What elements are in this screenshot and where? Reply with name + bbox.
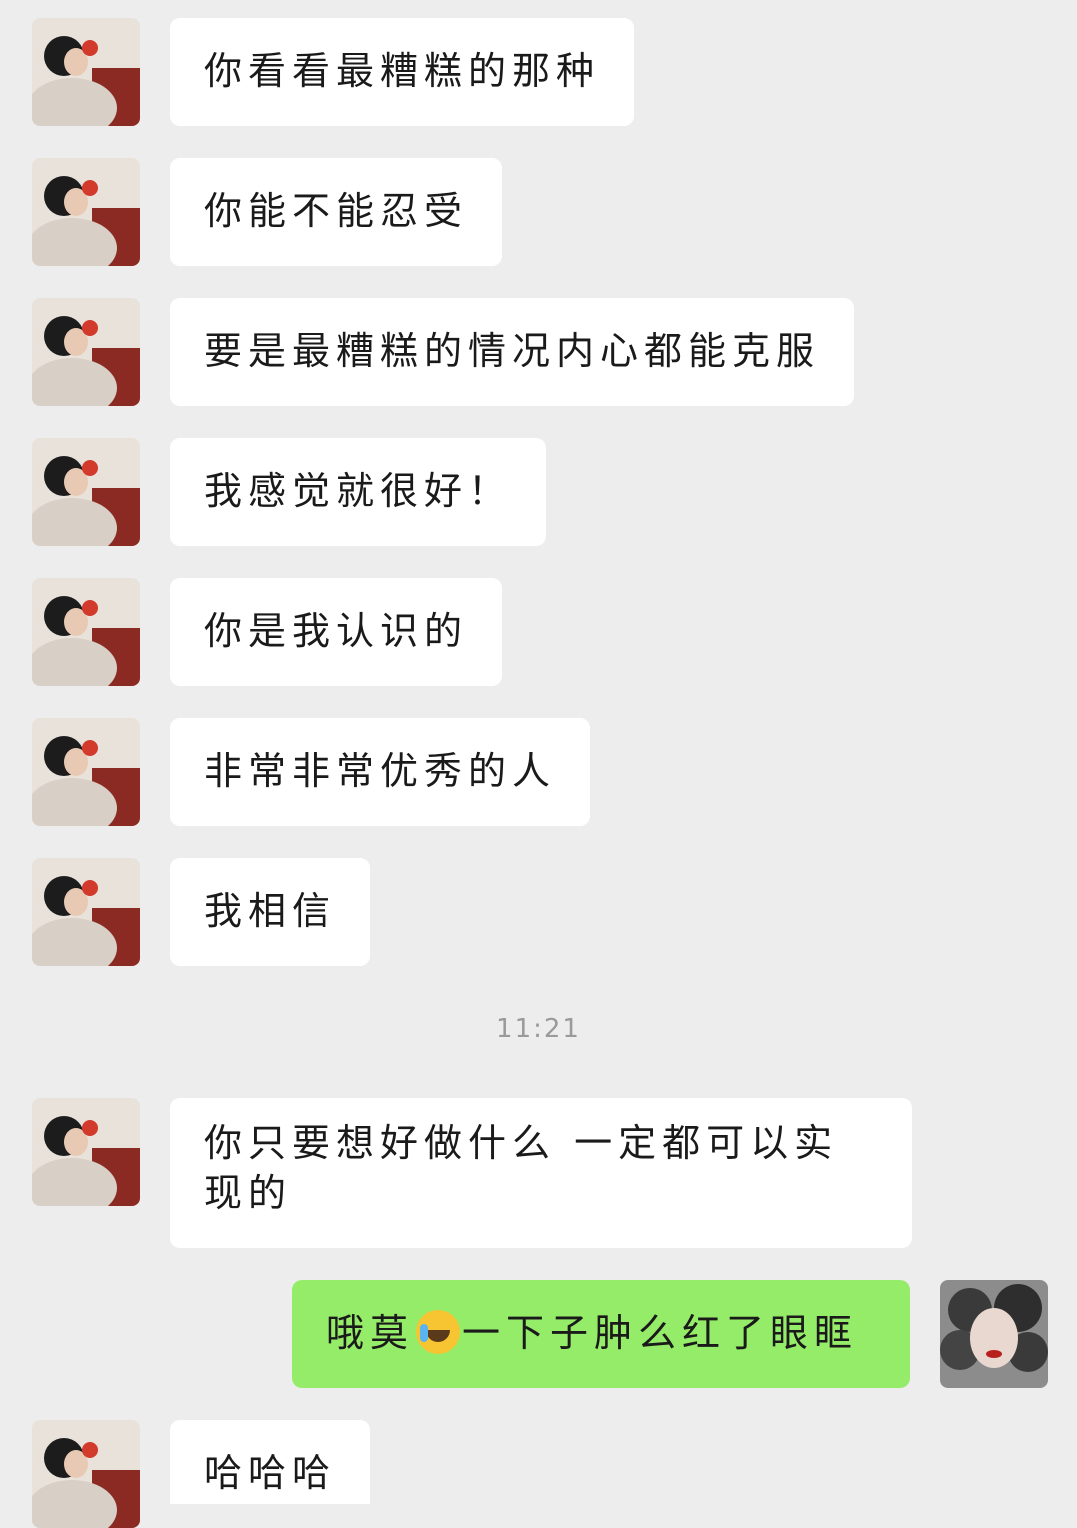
message-bubble[interactable]: 你是我认识的 [170, 578, 503, 686]
contact-avatar[interactable] [32, 858, 140, 966]
message-bubble-outgoing[interactable]: 哦莫 一下子肿么红了眼眶 [292, 1280, 910, 1388]
contact-avatar[interactable] [32, 578, 140, 686]
message-bubble[interactable]: 你能不能忍受 [170, 158, 503, 266]
user-avatar[interactable] [940, 1280, 1048, 1388]
contact-avatar[interactable] [32, 18, 140, 126]
message-bubble[interactable]: 我感觉就很好！ [170, 438, 547, 546]
message-bubble[interactable]: 要是最糟糕的情况内心都能克服 [170, 298, 855, 406]
message-bubble[interactable]: 我相信 [170, 858, 371, 966]
message-bubble[interactable]: 哈哈哈 [170, 1420, 371, 1504]
message-bubble[interactable]: 你看看最糟糕的那种 [170, 18, 635, 126]
crying-face-emoji-icon [416, 1310, 461, 1354]
message-text: 哦莫 [326, 1311, 415, 1355]
message-bubble[interactable]: 你只要想好做什么 一定都可以实现的 [170, 1098, 912, 1248]
contact-avatar[interactable] [32, 158, 140, 266]
message-bubble[interactable]: 非常非常优秀的人 [170, 718, 591, 826]
message-text: 一下子肿么红了眼眶 [462, 1311, 859, 1355]
contact-avatar[interactable] [32, 298, 140, 406]
contact-avatar[interactable] [32, 718, 140, 826]
contact-avatar[interactable] [32, 1420, 140, 1528]
contact-avatar[interactable] [32, 1098, 140, 1206]
timestamp: 11:21 [496, 1014, 581, 1044]
contact-avatar[interactable] [32, 438, 140, 546]
